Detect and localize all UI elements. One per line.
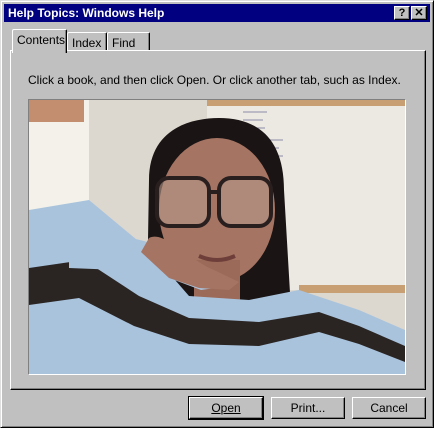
photo: [29, 100, 405, 374]
help-topics-window: Help Topics: Windows Help ? ✕ Contents I…: [0, 0, 434, 428]
close-icon[interactable]: ✕: [411, 6, 427, 20]
tab-contents[interactable]: Contents: [12, 29, 67, 53]
cancel-button-label: Cancel: [370, 401, 408, 415]
window-title: Help Topics: Windows Help: [8, 6, 165, 20]
instructions-text: Click a book, and then click Open. Or cl…: [28, 73, 401, 87]
tab-find[interactable]: Find: [107, 32, 150, 52]
open-button-label: Open: [211, 401, 241, 415]
tab-index[interactable]: Index: [67, 32, 107, 52]
print-button[interactable]: Print...: [271, 397, 345, 419]
contents-panel: Click a book, and then click Open. Or cl…: [10, 50, 426, 390]
title-bar[interactable]: Help Topics: Windows Help ? ✕: [4, 4, 430, 22]
cancel-button[interactable]: Cancel: [352, 397, 426, 419]
board-frame-bottom: [299, 285, 405, 293]
tab-contents-label: Contents: [17, 33, 66, 47]
topics-view[interactable]: [28, 99, 406, 375]
window-frame: [29, 100, 84, 122]
tab-index-label: Index: [72, 36, 102, 50]
open-button[interactable]: Open: [188, 396, 264, 420]
print-button-label: Print...: [290, 401, 326, 415]
help-icon[interactable]: ?: [394, 6, 410, 20]
board-frame: [207, 100, 405, 106]
tab-find-label: Find: [112, 36, 136, 50]
